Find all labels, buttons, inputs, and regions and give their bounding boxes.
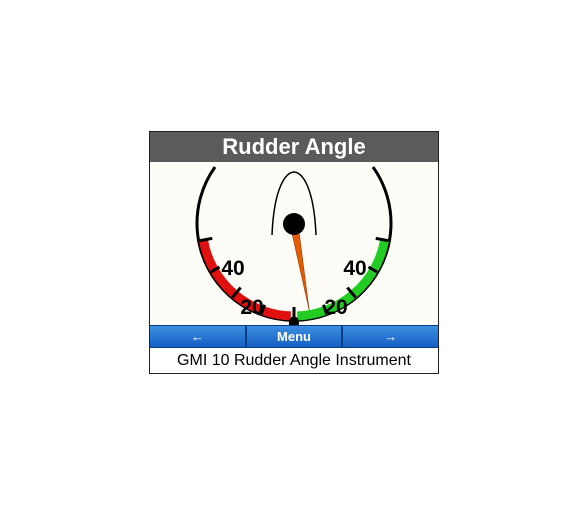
dial-tick [199,236,213,243]
scale-label-left-40: 40 [221,257,244,280]
softkey-bar: ← Menu → [150,325,438,348]
page-title: Rudder Angle [150,132,438,163]
dial-tick [375,236,389,243]
rudder-gauge: 40 20 0 20 40 [150,162,438,325]
scale-label-left-20: 20 [240,296,263,319]
caption-text: GMI 10 Rudder Angle Instrument [150,348,438,373]
scale-label-right-20: 20 [324,296,347,319]
menu-button[interactable]: Menu [247,326,344,347]
previous-page-button[interactable]: ← [150,326,247,347]
dial-outline [195,166,393,322]
rudder-gauge-svg: 40 20 0 20 40 [195,166,393,325]
next-page-button[interactable]: → [343,326,438,347]
instrument-display: Rudder Angle 40 20 0 20 40 [149,131,439,374]
scale-label-right-40: 40 [343,257,366,280]
needle-hub [283,213,305,235]
rudder-needle [289,223,310,311]
